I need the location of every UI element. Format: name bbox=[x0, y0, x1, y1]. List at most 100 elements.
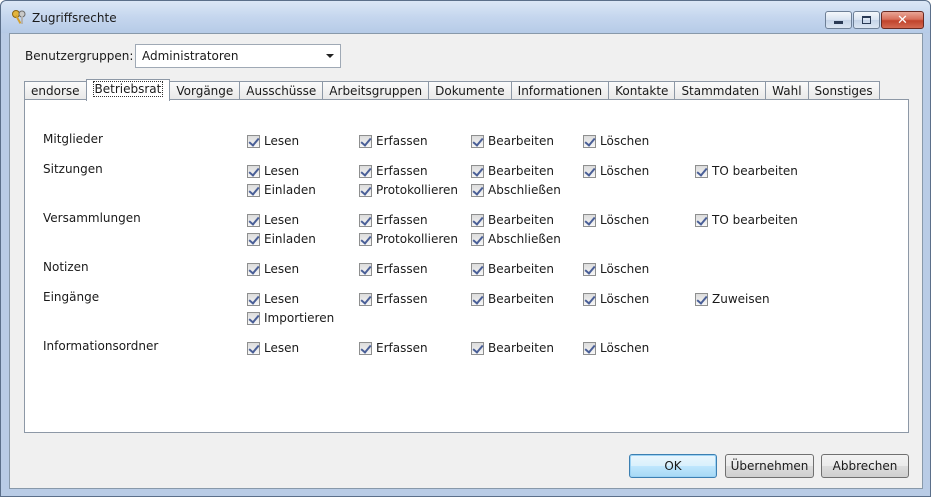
tab-label: Wahl bbox=[772, 84, 802, 98]
minimize-button[interactable] bbox=[825, 11, 852, 29]
permission-checkbox[interactable]: Bearbeiten bbox=[471, 134, 554, 148]
permission-label: TO bearbeiten bbox=[712, 164, 798, 178]
permission-checkbox[interactable]: Bearbeiten bbox=[471, 292, 554, 306]
permission-label: Lesen bbox=[264, 341, 300, 355]
permission-checkbox[interactable]: Lesen bbox=[247, 292, 299, 306]
permission-label: Lesen bbox=[264, 292, 300, 306]
permission-checkbox[interactable]: Bearbeiten bbox=[471, 164, 554, 178]
permission-checkbox[interactable]: Erfassen bbox=[359, 134, 428, 148]
permission-group-label: Sitzungen bbox=[43, 162, 103, 176]
permission-checkbox[interactable]: Protokollieren bbox=[359, 183, 458, 197]
keys-icon bbox=[12, 10, 26, 24]
checkmark-icon bbox=[359, 341, 372, 355]
tab-endorse[interactable]: endorse bbox=[24, 81, 87, 101]
permission-checkbox[interactable]: Löschen bbox=[583, 213, 649, 227]
checkmark-icon bbox=[359, 232, 372, 246]
close-button[interactable]: ✕ bbox=[881, 11, 924, 29]
permission-checkbox[interactable]: Lesen bbox=[247, 341, 299, 355]
permission-checkbox[interactable]: Einladen bbox=[247, 183, 316, 197]
permission-label: Bearbeiten bbox=[488, 292, 554, 306]
tab-sonstiges[interactable]: Sonstiges bbox=[807, 81, 880, 101]
tab-stammdaten[interactable]: Stammdaten bbox=[674, 81, 767, 101]
permission-label: Lesen bbox=[264, 262, 300, 276]
permission-label: Erfassen bbox=[376, 213, 428, 227]
permission-label: Löschen bbox=[600, 213, 650, 227]
permission-checkbox[interactable]: TO bearbeiten bbox=[695, 213, 798, 227]
checkmark-icon bbox=[359, 213, 372, 227]
tab-ausschüsse[interactable]: Ausschüsse bbox=[239, 81, 324, 101]
ok-button[interactable]: OK bbox=[629, 454, 717, 478]
permission-checkbox[interactable]: Bearbeiten bbox=[471, 262, 554, 276]
tab-vorgänge[interactable]: Vorgänge bbox=[169, 81, 241, 101]
permission-label: TO bearbeiten bbox=[712, 213, 798, 227]
window-title: Zugriffsrechte bbox=[32, 11, 117, 25]
permission-checkbox[interactable]: Erfassen bbox=[359, 262, 428, 276]
user-groups-select[interactable]: Administratoren bbox=[135, 44, 341, 68]
close-icon: ✕ bbox=[897, 12, 908, 28]
permission-checkbox[interactable]: Löschen bbox=[583, 164, 649, 178]
checkmark-icon bbox=[583, 262, 596, 276]
checkmark-icon bbox=[471, 232, 484, 246]
permission-label: Lesen bbox=[264, 164, 300, 178]
permission-checkbox[interactable]: Lesen bbox=[247, 213, 299, 227]
dialog-window: Zugriffsrechte ✕ Benutzergruppen: Admini… bbox=[0, 0, 931, 497]
tab-label: Dokumente bbox=[435, 84, 505, 98]
permission-checkbox[interactable]: Bearbeiten bbox=[471, 341, 554, 355]
title-bar[interactable]: Zugriffsrechte ✕ bbox=[1, 1, 930, 33]
permission-checkbox[interactable]: Löschen bbox=[583, 341, 649, 355]
checkmark-icon bbox=[583, 341, 596, 355]
permission-checkbox[interactable]: Protokollieren bbox=[359, 232, 458, 246]
checkmark-icon bbox=[247, 262, 260, 276]
permission-label: Erfassen bbox=[376, 164, 428, 178]
tab-label: endorse bbox=[31, 84, 80, 98]
tab-label: Ausschüsse bbox=[246, 84, 317, 98]
maximize-button[interactable] bbox=[853, 11, 880, 29]
permission-label: Löschen bbox=[600, 262, 650, 276]
permission-label: Lesen bbox=[264, 134, 300, 148]
permission-checkbox[interactable]: Lesen bbox=[247, 134, 299, 148]
permission-checkbox[interactable]: Abschließen bbox=[471, 232, 561, 246]
permission-checkbox[interactable]: Erfassen bbox=[359, 292, 428, 306]
tab-informationen[interactable]: Informationen bbox=[510, 81, 610, 101]
checkmark-icon bbox=[695, 292, 708, 306]
permission-checkbox[interactable]: Erfassen bbox=[359, 213, 428, 227]
apply-button[interactable]: Übernehmen bbox=[725, 454, 814, 478]
permission-checkbox[interactable]: Lesen bbox=[247, 164, 299, 178]
permission-checkbox[interactable]: Erfassen bbox=[359, 164, 428, 178]
tab-kontakte[interactable]: Kontakte bbox=[608, 81, 676, 101]
permission-checkbox[interactable]: Erfassen bbox=[359, 341, 428, 355]
dialog-content: Benutzergruppen: Administratoren endorse… bbox=[9, 33, 923, 489]
permission-checkbox[interactable]: Bearbeiten bbox=[471, 213, 554, 227]
checkmark-icon bbox=[247, 164, 260, 178]
cancel-button[interactable]: Abbrechen bbox=[821, 454, 909, 478]
permission-checkbox[interactable]: Zuweisen bbox=[695, 292, 770, 306]
permission-checkbox[interactable]: Abschließen bbox=[471, 183, 561, 197]
tab-betriebsrat[interactable]: Betriebsrat bbox=[85, 79, 171, 101]
permission-checkbox[interactable]: TO bearbeiten bbox=[695, 164, 798, 178]
permission-checkbox[interactable]: Importieren bbox=[247, 311, 334, 325]
checkmark-icon bbox=[359, 183, 372, 197]
checkmark-icon bbox=[471, 134, 484, 148]
permission-label: Erfassen bbox=[376, 341, 428, 355]
permission-checkbox[interactable]: Löschen bbox=[583, 134, 649, 148]
permission-checkbox[interactable]: Einladen bbox=[247, 232, 316, 246]
chevron-down-icon bbox=[326, 54, 334, 58]
checkmark-icon bbox=[359, 134, 372, 148]
permission-label: Löschen bbox=[600, 164, 650, 178]
tab-label: Sonstiges bbox=[814, 84, 873, 98]
permission-checkbox[interactable]: Löschen bbox=[583, 262, 649, 276]
checkmark-icon bbox=[359, 164, 372, 178]
permission-label: Bearbeiten bbox=[488, 262, 554, 276]
permission-checkbox[interactable]: Löschen bbox=[583, 292, 649, 306]
tab-dokumente[interactable]: Dokumente bbox=[428, 81, 512, 101]
tab-arbeitsgruppen[interactable]: Arbeitsgruppen bbox=[322, 81, 430, 101]
permission-group-label: Informationsordner bbox=[43, 339, 159, 353]
permission-checkbox[interactable]: Lesen bbox=[247, 262, 299, 276]
checkmark-icon bbox=[471, 262, 484, 276]
checkmark-icon bbox=[247, 213, 260, 227]
tab-wahl[interactable]: Wahl bbox=[765, 81, 809, 101]
permission-label: Zuweisen bbox=[712, 292, 770, 306]
permission-group-label: Eingänge bbox=[43, 290, 100, 304]
checkmark-icon bbox=[583, 213, 596, 227]
checkmark-icon bbox=[247, 311, 260, 325]
